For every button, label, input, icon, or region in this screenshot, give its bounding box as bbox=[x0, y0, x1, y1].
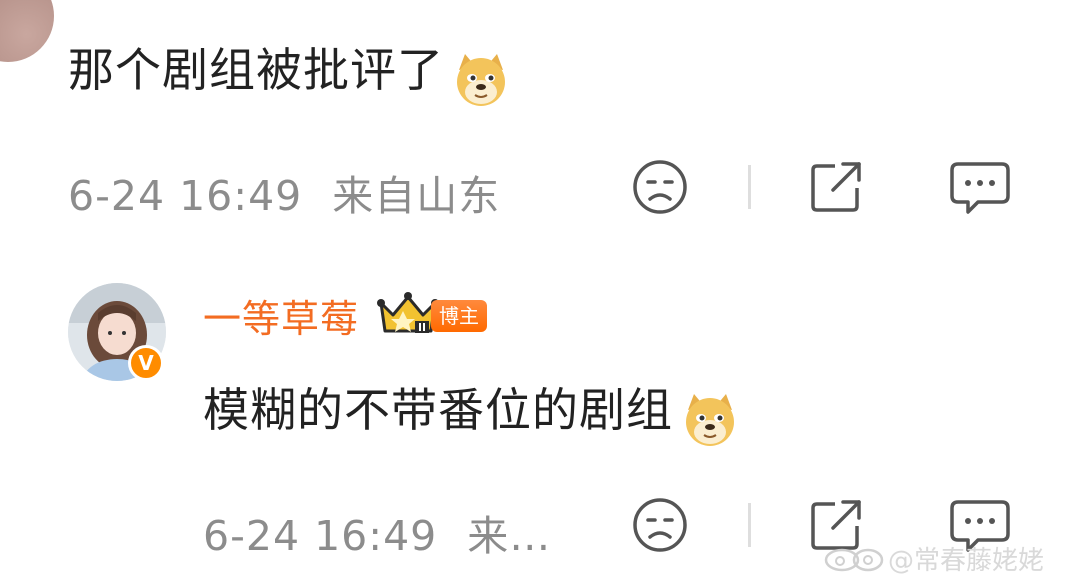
action-divider bbox=[748, 165, 751, 209]
sad-face-icon[interactable] bbox=[631, 496, 689, 554]
comment-icon[interactable] bbox=[948, 158, 1012, 216]
comment-1-time: 6-24 16:49 bbox=[68, 172, 303, 220]
sad-face-icon[interactable] bbox=[631, 158, 689, 216]
share-icon[interactable] bbox=[807, 158, 867, 216]
crown-icon bbox=[377, 291, 440, 341]
doge-emoji-icon bbox=[453, 52, 509, 112]
weibo-logo-icon bbox=[822, 541, 884, 577]
comment-2: 模糊的不带番位的剧组 bbox=[203, 374, 738, 452]
comment-1-meta: 6-24 16:49 来自山东 bbox=[68, 162, 500, 222]
watermark-text: @常春藤姥姥 bbox=[888, 546, 1045, 576]
doge-emoji-icon bbox=[682, 392, 738, 452]
comment-2-time: 6-24 16:49 bbox=[203, 512, 438, 560]
comment-1-location: 来自山东 bbox=[332, 172, 501, 220]
comment-2-header: 一等草莓 博主 bbox=[203, 288, 488, 343]
blogger-badge: 博主 bbox=[431, 299, 488, 332]
comment-2-text: 模糊的不带番位的剧组 bbox=[203, 383, 673, 437]
comment-2-location: 来… bbox=[467, 512, 552, 560]
comment-2-meta: 6-24 16:49 来… bbox=[203, 502, 551, 562]
watermark: @常春藤姥姥 bbox=[822, 540, 1044, 577]
comment-1: 那个剧组被批评了 bbox=[68, 34, 509, 112]
verified-badge: V bbox=[128, 345, 164, 381]
comment-1-text: 那个剧组被批评了 bbox=[68, 43, 444, 97]
username[interactable]: 一等草莓 bbox=[203, 288, 359, 343]
action-divider bbox=[748, 503, 751, 547]
previous-avatar[interactable] bbox=[0, 0, 54, 62]
